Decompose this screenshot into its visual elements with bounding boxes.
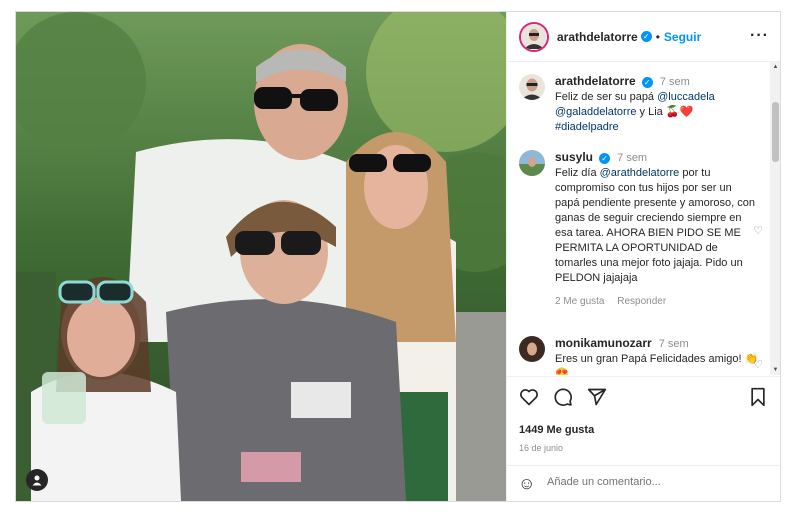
verified-icon: ✓ xyxy=(599,152,611,164)
scrollbar-thumb[interactable] xyxy=(772,102,779,162)
like-count[interactable]: 1449 Me gusta xyxy=(519,424,594,436)
comment-item: monikamunozarr 7 sem Eres un gran Papá F… xyxy=(519,336,763,375)
post-actions: 1449 Me gusta 16 de junio ☺ xyxy=(507,376,780,501)
caption-time[interactable]: 7 sem xyxy=(660,76,690,88)
follow-button[interactable]: Seguir xyxy=(664,30,701,44)
commenter-avatar[interactable] xyxy=(519,150,545,176)
comment-text: Eres un gran Papá Felicidades amigo! 👏😍 xyxy=(555,353,759,375)
comment-time[interactable]: 7 sem xyxy=(659,338,689,350)
share-button[interactable] xyxy=(587,387,607,412)
commenter-avatar[interactable] xyxy=(519,336,545,362)
comment-like-icon[interactable]: ♡ xyxy=(753,358,763,373)
comment-likes[interactable]: 2 Me gusta xyxy=(555,296,604,307)
emoji-icon[interactable]: ☺ xyxy=(518,474,535,494)
comment-text: Feliz día xyxy=(555,167,600,179)
reply-button[interactable]: Responder xyxy=(617,296,666,307)
heart-icon xyxy=(520,389,538,406)
user-tag-icon xyxy=(32,475,42,486)
scroll-down-arrow-icon[interactable]: ▼ xyxy=(772,366,779,374)
family-photo-illustration xyxy=(16,12,506,501)
caption-text: y Lia 🍒❤️ xyxy=(636,106,694,118)
author-username[interactable]: arathdelatorre xyxy=(557,30,638,44)
save-button[interactable] xyxy=(749,387,767,412)
comment-like-icon[interactable]: ♡ xyxy=(753,224,763,239)
comment-time[interactable]: 7 sem xyxy=(617,152,647,164)
commenter-username[interactable]: susylu xyxy=(555,150,593,164)
hashtag-link[interactable]: #diadelpadre xyxy=(555,121,619,133)
post-modal: arathdelatorre ✓ • Seguir ··· arathdelat… xyxy=(15,11,781,502)
comment-icon xyxy=(554,388,572,406)
caption-text: Feliz de ser su papá xyxy=(555,91,658,103)
commenter-avatar-image xyxy=(519,150,545,176)
add-comment-bar: ☺ xyxy=(507,465,780,501)
bookmark-icon xyxy=(751,387,765,407)
verified-icon: ✓ xyxy=(641,76,653,88)
comments-scrollbar[interactable]: ▲ ▼ xyxy=(770,62,780,375)
commenter-username[interactable]: monikamunozarr xyxy=(555,336,652,350)
more-options-icon[interactable]: ··· xyxy=(750,27,769,45)
scroll-up-arrow-icon[interactable]: ▲ xyxy=(772,63,779,71)
caption-avatar[interactable] xyxy=(519,74,545,100)
like-button[interactable] xyxy=(519,387,539,412)
post-side-panel: arathdelatorre ✓ • Seguir ··· arathdelat… xyxy=(506,12,780,501)
mention-link[interactable]: @luccadela xyxy=(657,91,715,103)
share-icon xyxy=(587,388,607,406)
caption: arathdelatorre ✓ 7 sem Feliz de ser su p… xyxy=(519,74,759,135)
post-header: arathdelatorre ✓ • Seguir ··· xyxy=(507,12,780,62)
comment-item: susylu ✓ 7 sem Feliz día @arathdelatorre… xyxy=(519,150,763,309)
post-date[interactable]: 16 de junio xyxy=(519,443,563,453)
mention-link[interactable]: @galaddelatorre xyxy=(555,106,637,118)
comment-input[interactable] xyxy=(545,475,739,489)
comments-list[interactable]: arathdelatorre ✓ 7 sem Feliz de ser su p… xyxy=(507,62,769,375)
verified-icon: ✓ xyxy=(640,31,652,42)
author-avatar-image xyxy=(522,24,546,49)
user-tag-button[interactable] xyxy=(26,469,48,491)
comment-text: por tu compromiso con tus hijos por ser … xyxy=(555,167,755,284)
author-avatar[interactable] xyxy=(519,21,549,52)
post-photo[interactable] xyxy=(16,12,506,501)
caption-avatar-image xyxy=(519,74,545,100)
mention-link[interactable]: @arathdelatorre xyxy=(600,167,680,179)
commenter-avatar-image xyxy=(519,336,545,362)
comment-button[interactable] xyxy=(553,387,573,412)
caption-username[interactable]: arathdelatorre xyxy=(555,74,636,88)
header-separator: • xyxy=(655,29,660,44)
